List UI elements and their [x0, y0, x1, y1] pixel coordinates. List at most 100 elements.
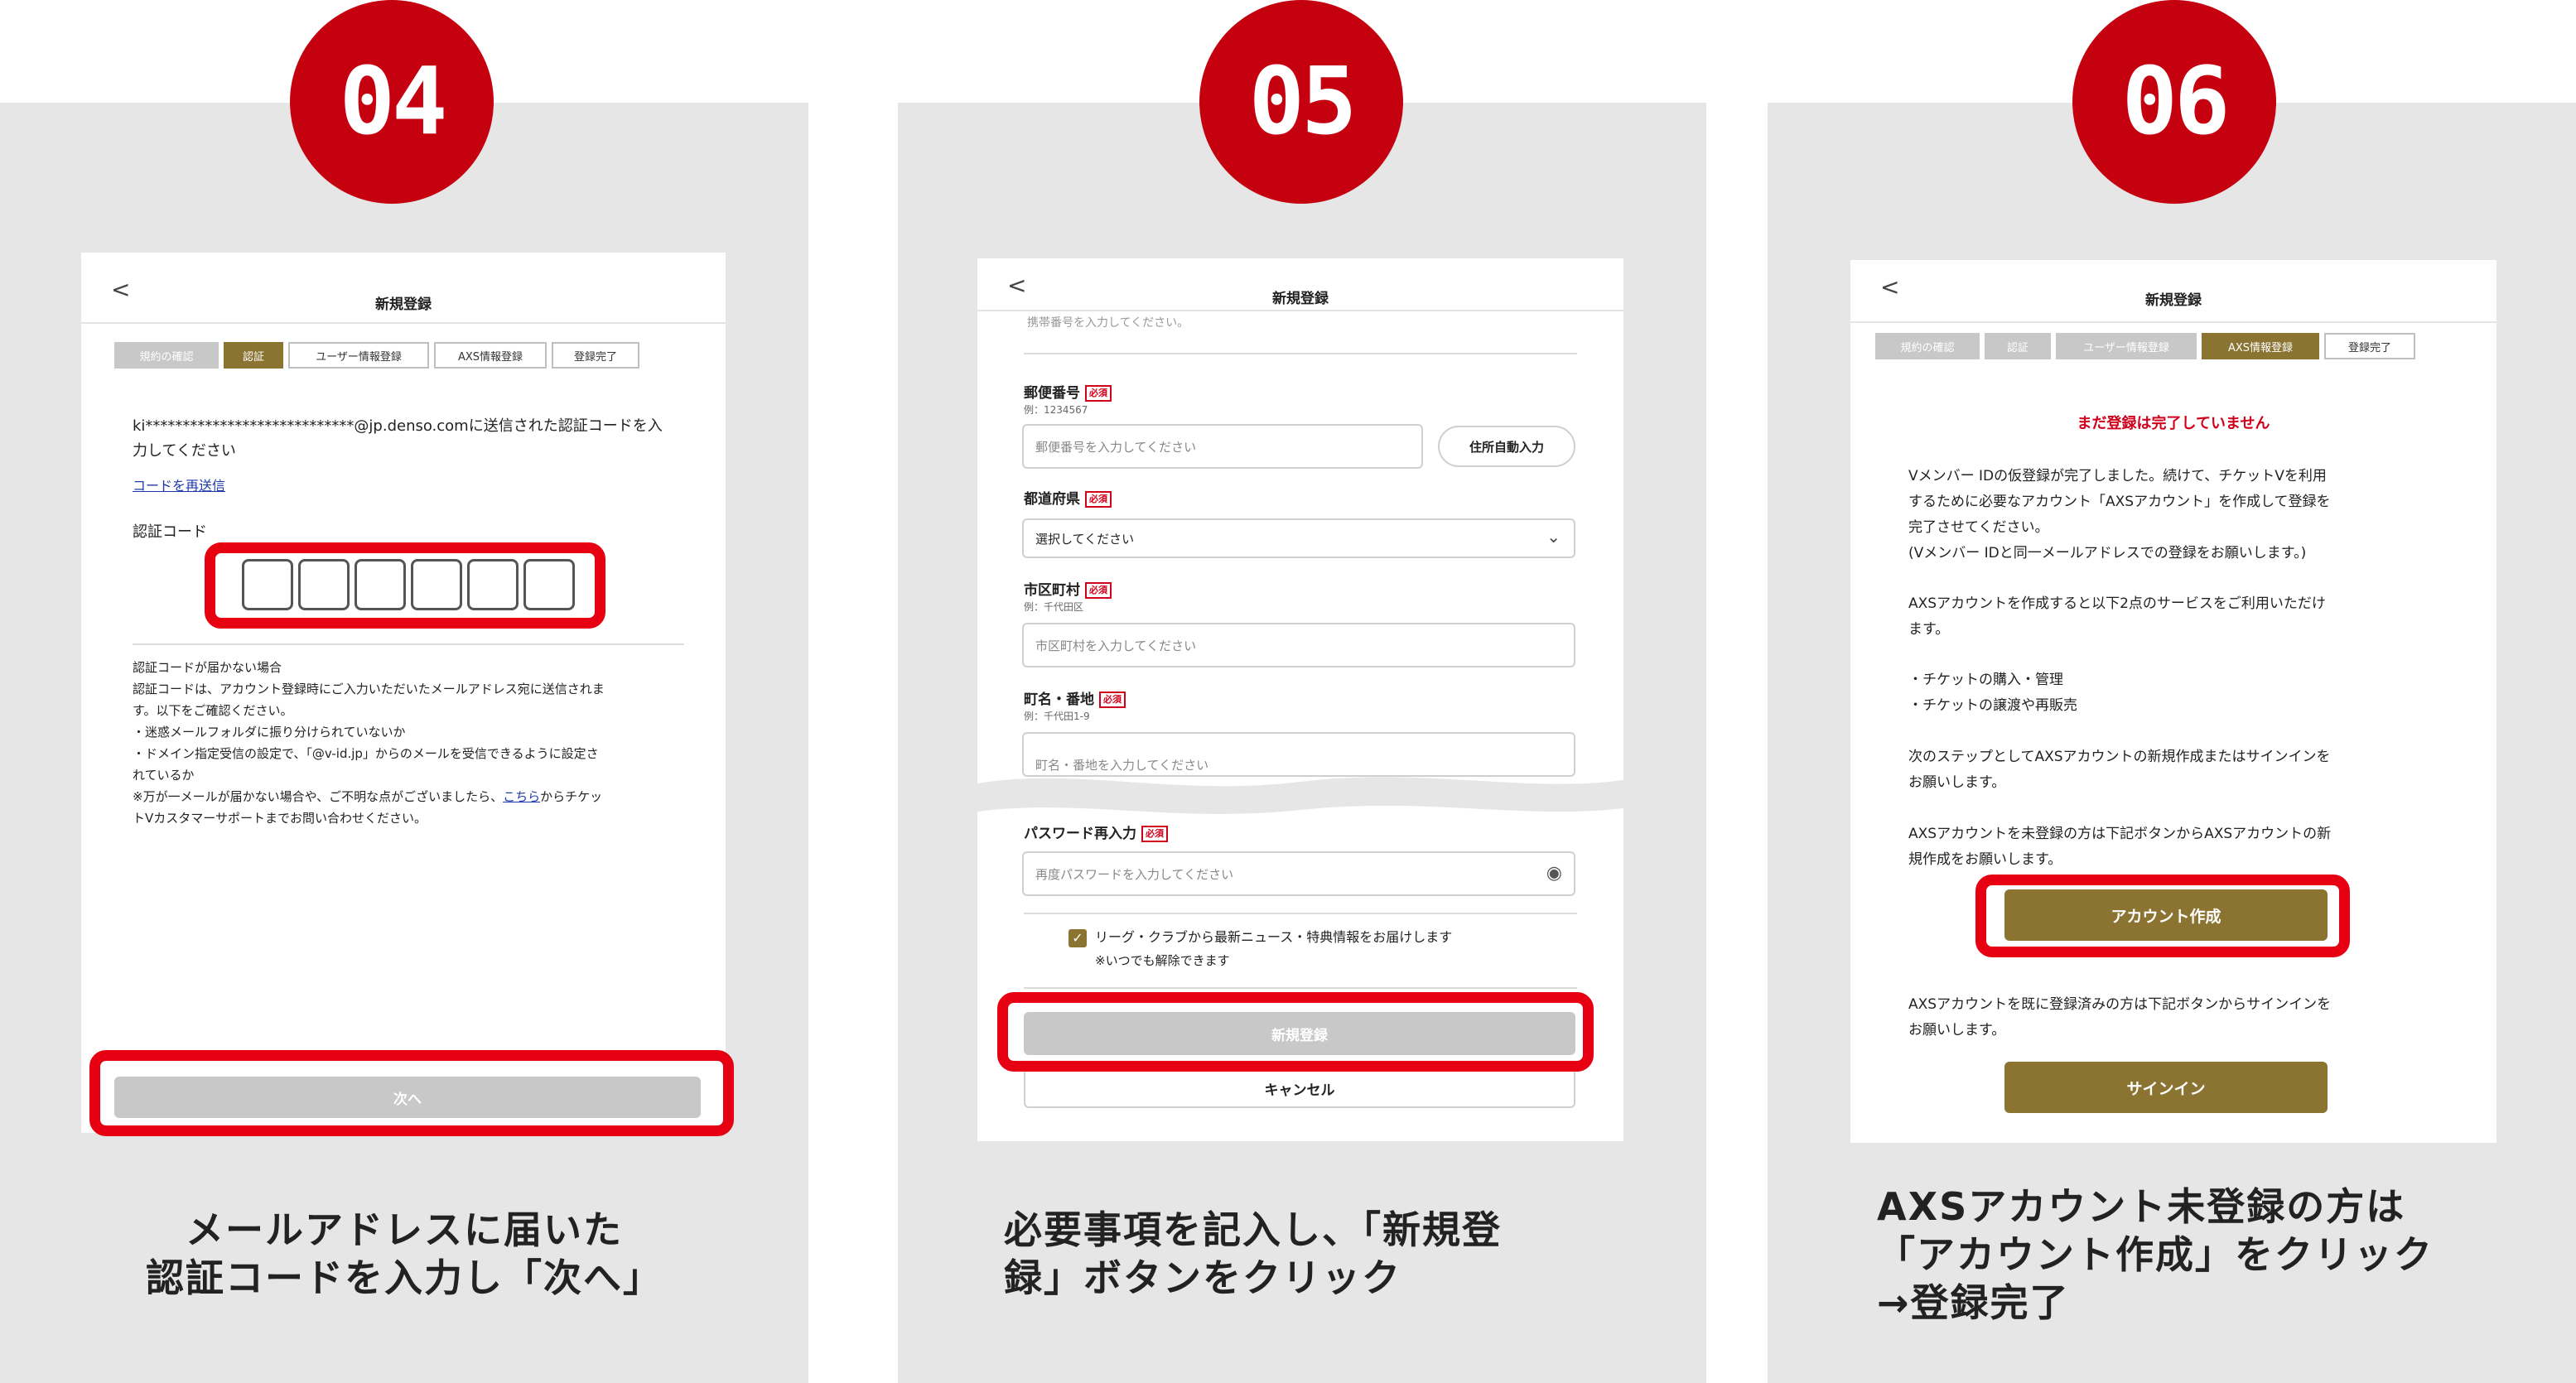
city-label-text: 市区町村 [1024, 582, 1080, 599]
highlight-next-button [89, 1050, 734, 1136]
password-confirm-label-text: パスワード再入力 [1024, 826, 1136, 842]
phone-placeholder-cut: 携帯番号を入力してください。 [1027, 316, 1189, 330]
info-line: 次のステップとしてAXSアカウントの新規作成またはサインインを [1908, 749, 2331, 765]
required-badge: 必須 [1085, 491, 1112, 508]
step-complete: 登録完了 [2324, 333, 2415, 359]
step-complete: 登録完了 [552, 342, 639, 369]
help-line: 認証コードは、アカウント登録時にご入力いただいたメールアドレス宛に送信されま [133, 682, 605, 696]
step-auth: 認証 [224, 342, 283, 369]
help-line: ・迷惑メールフォルダに振り分けられていないか [133, 725, 406, 740]
cancel-button[interactable]: キャンセル [1024, 1068, 1575, 1108]
caption-step-05: 必要事項を記入し、「新規登 録」ボタンをクリック [1004, 1206, 1502, 1302]
header-bar: < 新規登録 [81, 253, 726, 324]
screenshot-verification: < 新規登録 規約の確認 認証 ユーザー情報登録 AXS情報登録 登録完了 ki… [81, 253, 726, 1133]
help-line: ※万が一メールが届かない場合や、ご不明な点がございましたら、こちらからチケッ [133, 786, 602, 807]
info-line: お願いします。 [1908, 774, 2006, 791]
help-line: れているか [133, 768, 195, 783]
street-label: 町名・番地 必須 [1024, 687, 1126, 708]
help-text-part: からチケッ [540, 789, 603, 804]
info-line: 完了させてください。 [1908, 519, 2049, 536]
info-line: AXSアカウントを作成すると以下2点のサービスをご利用いただけ [1908, 595, 2326, 612]
news-option-label: リーグ・クラブから最新ニュース・特典情報をお届けします [1095, 929, 1453, 945]
caption-line: 「アカウント作成」をクリック [1877, 1232, 2434, 1277]
page-title: 新規登録 [375, 296, 432, 313]
info-line: ・チケットの譲渡や再販売 [1908, 697, 2077, 714]
highlight-create-account-button [1975, 875, 2350, 957]
screenshot-axs-account: < 新規登録 規約の確認 認証 ユーザー情報登録 AXS情報登録 登録完了 まだ… [1850, 260, 2496, 1143]
password-confirm-input[interactable]: 再度パスワードを入力してください ◉ [1022, 851, 1575, 896]
step-terms: 規約の確認 [114, 342, 219, 369]
street-example: 例：千代田1-9 [1024, 711, 1090, 722]
step-number-badge: 04 [290, 0, 494, 204]
step-user-info: ユーザー情報登録 [2056, 333, 2197, 359]
info-line: ます。 [1908, 621, 1950, 638]
step-terms: 規約の確認 [1875, 333, 1980, 359]
highlight-code-input [205, 542, 605, 629]
help-line: 認証コードが届かない場合 [133, 660, 282, 675]
pref-label-text: 都道府県 [1024, 491, 1080, 508]
postal-label: 郵便番号 必須 [1024, 381, 1112, 402]
torn-page-separator [977, 777, 1623, 814]
step-number-badge: 06 [2072, 0, 2276, 204]
city-label: 市区町村 必須 [1024, 578, 1112, 599]
caption-step-04: メールアドレスに届いた 認証コードを入力し「次へ」 [0, 1206, 808, 1302]
header-bar: < 新規登録 [1850, 260, 2496, 323]
city-input[interactable]: 市区町村を入力してください [1022, 623, 1575, 667]
step-user-info: ユーザー情報登録 [288, 342, 429, 369]
postal-label-text: 郵便番号 [1024, 385, 1080, 402]
divider [1024, 353, 1577, 354]
caption-line: 録」ボタンをクリック [1004, 1255, 1401, 1300]
page-title: 新規登録 [1272, 291, 1329, 307]
incomplete-warning: まだ登録は完了していません [2077, 415, 2270, 432]
required-badge: 必須 [1085, 385, 1112, 402]
eye-icon[interactable]: ◉ [1546, 863, 1562, 884]
postal-code-input[interactable]: 郵便番号を入力してください [1022, 424, 1423, 469]
signin-button[interactable]: サインイン [2004, 1062, 2328, 1113]
highlight-register-button [997, 992, 1594, 1072]
sent-message: ki****************************@jp.denso.… [133, 417, 663, 435]
caption-line: 必要事項を記入し、「新規登 [1004, 1207, 1502, 1252]
password-confirm-label: パスワード再入力 必須 [1024, 822, 1168, 842]
news-option-note: ※いつでも解除できます [1095, 953, 1230, 968]
info-line: Vメンバー IDの仮登録が完了しました。続けて、チケットVを利用 [1908, 468, 2327, 484]
sent-message-cont: 力してください [133, 442, 236, 460]
password-confirm-placeholder: 再度パスワードを入力してください [1035, 866, 1234, 882]
caption-line: メールアドレスに届いた [186, 1207, 623, 1252]
help-line: トVカスタマーサポートまでお問い合わせください。 [133, 811, 427, 826]
divider [1024, 987, 1577, 989]
required-badge: 必須 [1141, 826, 1168, 842]
chevron-down-icon: ⌄ [1546, 527, 1561, 547]
required-badge: 必須 [1085, 582, 1112, 599]
caption-line: 認証コードを入力し「次へ」 [146, 1255, 663, 1300]
pref-label: 都道府県 必須 [1024, 487, 1112, 508]
step-auth: 認証 [1985, 333, 2051, 359]
help-line: ・ドメイン指定受信の設定で、「@v-id.jp」からのメールを受信できるように設… [133, 746, 599, 761]
info-line: AXSアカウントを既に登録済みの方は下記ボタンからサインインを [1908, 996, 2332, 1013]
step-axs-info: AXS情報登録 [2202, 333, 2319, 359]
step-number-badge: 05 [1199, 0, 1403, 204]
info-line: するために必要なアカウント「AXSアカウント」を作成して登録を [1908, 494, 2331, 510]
caption-step-06: AXSアカウント未登録の方は 「アカウント作成」をクリック →登録完了 [1877, 1183, 2434, 1327]
header-bar: < 新規登録 [977, 258, 1623, 311]
street-label-text: 町名・番地 [1024, 692, 1094, 708]
news-checkbox[interactable]: ✓ [1069, 929, 1087, 947]
progress-steps: 規約の確認 認証 ユーザー情報登録 AXS情報登録 登録完了 [1875, 333, 2420, 363]
caption-line: →登録完了 [1877, 1280, 2070, 1325]
prefecture-select[interactable]: 選択してください ⌄ [1022, 518, 1575, 558]
page-title: 新規登録 [2145, 292, 2202, 309]
city-example: 例：千代田区 [1024, 601, 1084, 613]
divider [1024, 913, 1577, 914]
progress-steps: 規約の確認 認証 ユーザー情報登録 AXS情報登録 登録完了 [114, 342, 644, 372]
resend-code-link[interactable]: コードを再送信 [133, 475, 225, 498]
caption-line: AXSアカウント未登録の方は [1877, 1184, 2406, 1229]
prefecture-select-value: 選択してください [1035, 531, 1135, 547]
step-axs-info: AXS情報登録 [434, 342, 547, 369]
auto-address-button[interactable]: 住所自動入力 [1438, 426, 1575, 467]
divider [133, 643, 684, 645]
code-label: 認証コード [133, 523, 207, 541]
required-badge: 必須 [1099, 692, 1126, 708]
help-text-part: ※万が一メールが届かない場合や、ご不明な点がございましたら、 [133, 789, 504, 804]
help-line: す。以下をご確認ください。 [133, 703, 293, 718]
support-link[interactable]: こちら [503, 789, 540, 804]
info-line: AXSアカウントを未登録の方は下記ボタンからAXSアカウントの新 [1908, 826, 2332, 842]
